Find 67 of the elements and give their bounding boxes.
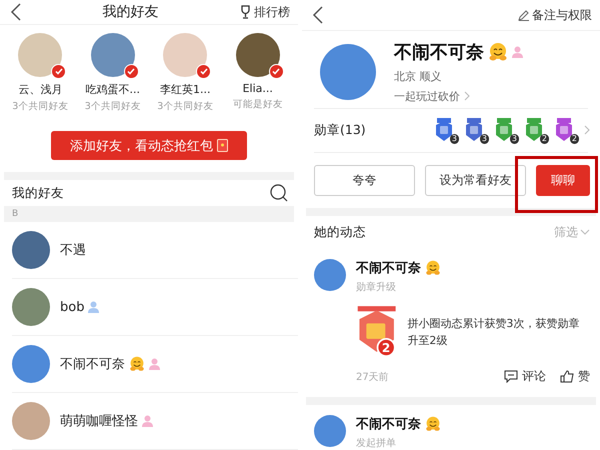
action-button[interactable]: 设为常看好友 bbox=[425, 164, 526, 196]
avatar[interactable] bbox=[18, 33, 62, 78]
medal-level: 3 bbox=[450, 134, 459, 144]
chevron-right-icon bbox=[464, 91, 470, 102]
medals-label: 勋章(13) bbox=[314, 122, 366, 139]
friend-row[interactable]: bob bbox=[12, 279, 298, 336]
post-type: 发起拼单 bbox=[356, 436, 397, 450]
mutual-friends-text: 3个共同好友 bbox=[84, 100, 141, 114]
avatar bbox=[12, 288, 50, 326]
avatar[interactable] bbox=[236, 33, 280, 78]
comment-icon bbox=[504, 370, 518, 384]
post-author: 不闹不可奈 bbox=[356, 416, 421, 434]
post-author: 不闹不可奈 bbox=[356, 260, 421, 278]
mutual-friends-text: 3个共同好友 bbox=[157, 100, 214, 114]
add-friends-button[interactable]: 添加好友，看动态抢红包 bbox=[51, 131, 247, 160]
back-icon[interactable] bbox=[312, 6, 324, 24]
avatar bbox=[314, 415, 346, 448]
back-icon[interactable] bbox=[10, 3, 22, 22]
chat-button[interactable]: 聊聊 bbox=[536, 164, 590, 196]
trophy-icon bbox=[239, 5, 252, 20]
friend-row[interactable]: 不闹不可奈 bbox=[12, 336, 298, 394]
chevron-right-icon bbox=[584, 125, 590, 136]
pencil-icon bbox=[518, 9, 530, 22]
hugging-emoji-icon bbox=[425, 416, 441, 432]
medal-level: 3 bbox=[480, 134, 489, 144]
friend-name: 不闹不可奈 bbox=[60, 356, 125, 374]
friend-name: bob bbox=[60, 300, 84, 315]
like-button[interactable]: 赞 bbox=[578, 368, 590, 386]
search-icon[interactable] bbox=[270, 184, 288, 202]
played-together-link[interactable]: 一起玩过砍价 bbox=[394, 88, 460, 104]
page-title: 我的好友 bbox=[102, 3, 158, 22]
ranking-link[interactable]: 排行榜 bbox=[254, 4, 290, 21]
hugging-emoji-icon bbox=[488, 42, 508, 62]
medal-level: 2 bbox=[570, 134, 579, 144]
post-type: 勋章升级 bbox=[356, 280, 397, 294]
avatar bbox=[12, 345, 50, 384]
suggested-friend-name: 吃鸡蛋不... bbox=[86, 82, 140, 98]
remark-permissions-link[interactable]: 备注与权限 bbox=[532, 6, 592, 24]
profile-name: 不闹不可奈 bbox=[394, 40, 484, 64]
avatar bbox=[12, 231, 50, 270]
index-header: B bbox=[4, 206, 294, 222]
section-title: 她的动态 bbox=[314, 224, 366, 241]
friend-row[interactable]: 不遇 bbox=[12, 222, 298, 280]
post-text: 拼小圈动态累计获赞3次，获赞勋章升至2级 bbox=[407, 316, 580, 350]
avatar[interactable] bbox=[90, 33, 135, 78]
section-title: 我的好友 bbox=[12, 184, 64, 202]
thumbs-up-icon bbox=[560, 370, 574, 384]
location-text: 北京 顺义 bbox=[394, 68, 442, 84]
suggested-friend-name: 云、浅月 bbox=[18, 82, 62, 98]
post-time: 27天前 bbox=[356, 370, 389, 384]
medal-level: 3 bbox=[510, 134, 519, 144]
mutual-friends-text: 可能是好友 bbox=[232, 98, 283, 112]
action-button[interactable]: 夸夸 bbox=[314, 164, 415, 196]
chevron-down-icon bbox=[580, 229, 590, 236]
envelope-icon bbox=[217, 139, 228, 152]
comment-button[interactable]: 评论 bbox=[522, 368, 546, 386]
suggested-friend-name: Elia... bbox=[242, 82, 273, 96]
avatar bbox=[12, 402, 50, 440]
medal-level: 2 bbox=[540, 134, 549, 144]
suggested-friend-name: 李红英1... bbox=[160, 82, 210, 98]
friend-row[interactable]: 萌萌咖喱怪怪 bbox=[12, 393, 298, 450]
friend-name: 萌萌咖喱怪怪 bbox=[60, 413, 138, 430]
mutual-friends-text: 3个共同好友 bbox=[12, 100, 68, 114]
hugging-emoji-icon bbox=[425, 260, 441, 276]
avatar[interactable] bbox=[163, 33, 208, 78]
friend-name: 不遇 bbox=[60, 242, 86, 260]
avatar bbox=[314, 259, 346, 292]
